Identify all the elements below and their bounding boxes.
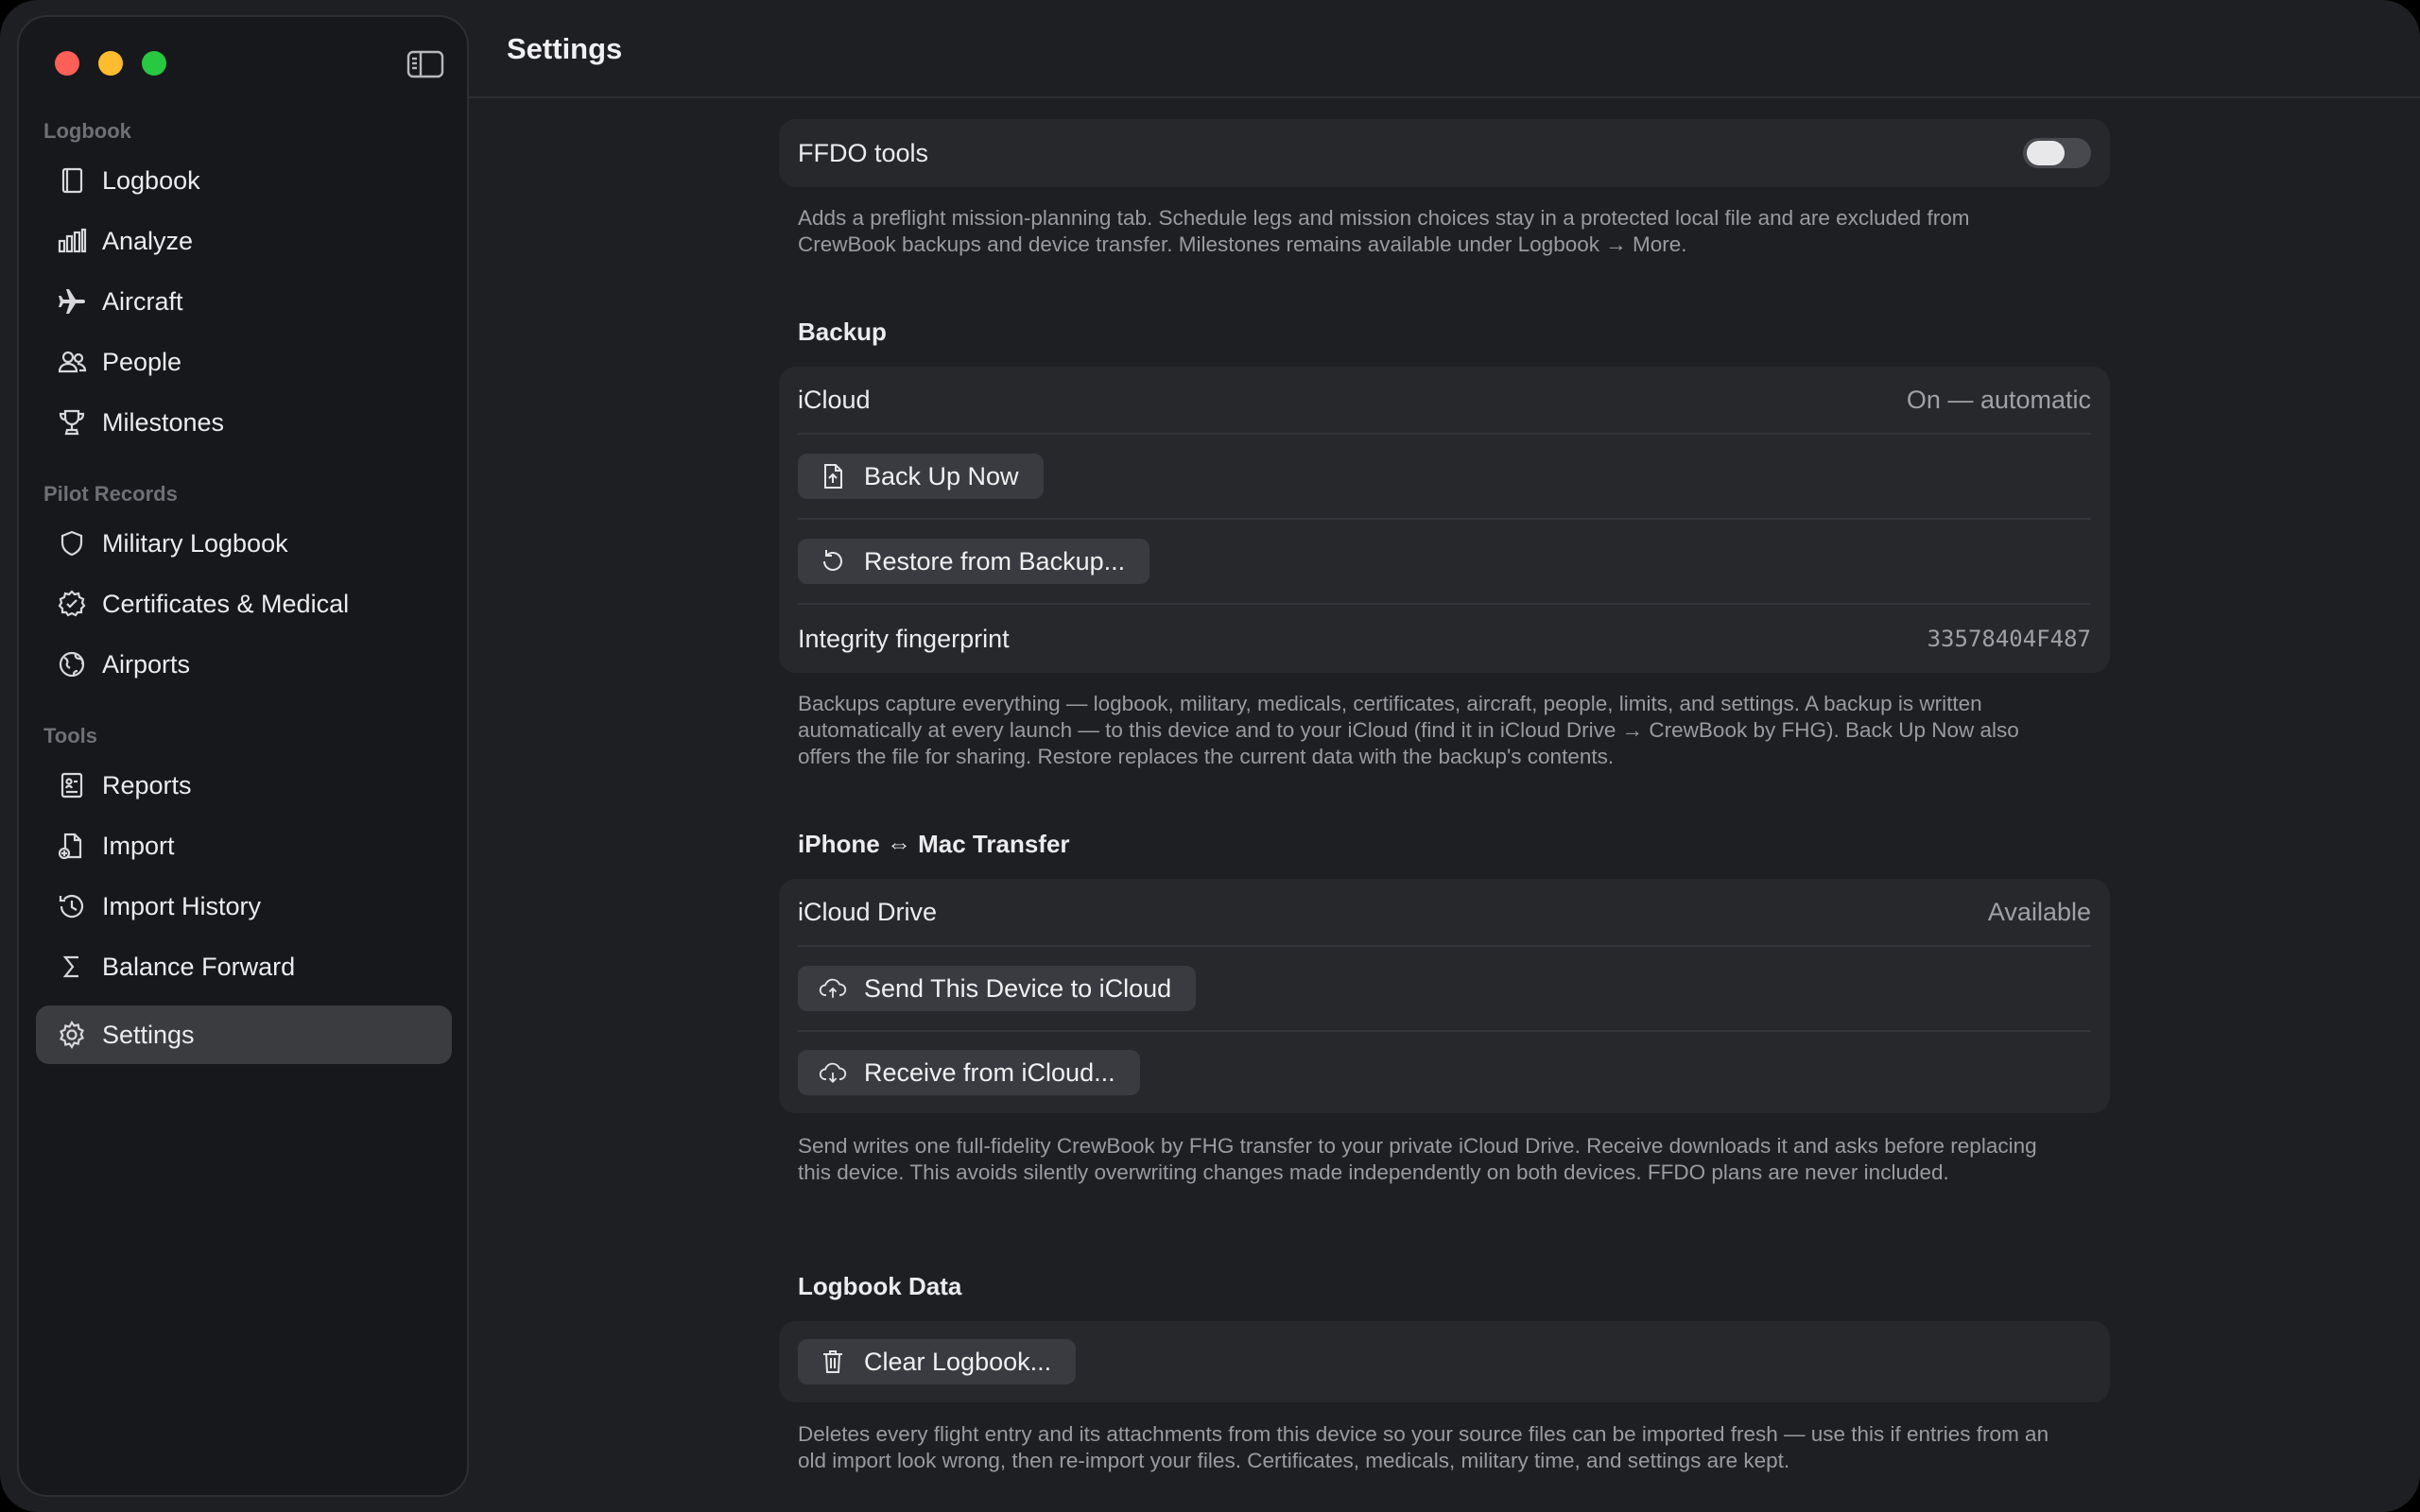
seal-check-icon	[55, 587, 89, 621]
sidebar-item-label: People	[102, 347, 182, 376]
sidebar-item-label: Reports	[102, 770, 192, 799]
sidebar-item-label: Import History	[102, 891, 262, 920]
minimize-window-button[interactable]	[98, 51, 123, 76]
transfer-card: iCloud Drive Available Send This Device …	[779, 879, 2110, 1113]
book-icon	[55, 163, 89, 198]
clear-row: Clear Logbook...	[798, 1321, 2091, 1402]
receive-row: Receive from iCloud...	[798, 1032, 2091, 1113]
sigma-icon	[55, 950, 89, 984]
gear-icon	[55, 1018, 89, 1052]
close-window-button[interactable]	[55, 51, 79, 76]
backup-now-row: Back Up Now	[798, 435, 2091, 518]
send-to-icloud-button[interactable]: Send This Device to iCloud	[798, 966, 1197, 1011]
backup-section-title: Backup	[798, 318, 887, 346]
bar-chart-icon	[55, 224, 89, 258]
report-icon	[55, 768, 89, 802]
cloud-upload-icon	[819, 978, 847, 998]
sidebar-item-label: Analyze	[102, 226, 194, 255]
ffdo-row: FFDO tools	[798, 119, 2091, 187]
sidebar-item-settings[interactable]: Settings	[36, 1005, 452, 1064]
sidebar-section-tools: Tools	[43, 724, 98, 747]
transfer-section-title: iPhone ⇔ Mac Transfer	[798, 830, 1070, 858]
backup-footnote: Backups capture everything — logbook, mi…	[798, 692, 2019, 768]
sidebar-section-logbook: Logbook	[43, 119, 131, 143]
sidebar-item-people[interactable]: People	[36, 333, 452, 391]
receive-from-icloud-button[interactable]: Receive from iCloud...	[798, 1050, 1140, 1095]
cloud-download-icon	[819, 1062, 847, 1083]
app-window: Logbook Logbook Analyze Aircraft People	[0, 0, 2420, 1512]
transfer-footnote: Send writes one full-fidelity CrewBook b…	[798, 1134, 2037, 1184]
shield-icon	[55, 526, 89, 560]
sidebar-toggle-icon[interactable]	[406, 49, 444, 79]
clear-logbook-button[interactable]: Clear Logbook...	[798, 1339, 1077, 1384]
page-title: Settings	[507, 32, 623, 65]
logbook-data-footnote: Deletes every flight entry and its attac…	[798, 1422, 2049, 1472]
sidebar-item-milestones[interactable]: Milestones	[36, 393, 452, 452]
icloud-drive-row: iCloud Drive Available	[798, 879, 2091, 945]
sidebar-item-analyze[interactable]: Analyze	[36, 212, 452, 270]
window-controls	[55, 51, 166, 76]
sidebar-item-label: Import	[102, 831, 175, 860]
logbook-data-card: Clear Logbook...	[779, 1321, 2110, 1402]
sidebar-section-pilot-records: Pilot Records	[43, 482, 178, 506]
ffdo-label: FFDO tools	[798, 138, 929, 167]
clear-logbook-label: Clear Logbook...	[864, 1347, 1052, 1376]
back-up-now-label: Back Up Now	[864, 461, 1019, 490]
receive-label: Receive from iCloud...	[864, 1057, 1115, 1087]
backup-card: iCloud On — automatic Back Up Now Restor…	[779, 367, 2110, 673]
trophy-icon	[55, 405, 89, 439]
sidebar-item-import[interactable]: Import	[36, 816, 452, 875]
sidebar-item-label: Certificates & Medical	[102, 589, 350, 618]
history-icon	[55, 889, 89, 923]
fingerprint-value: 33578404F487	[1927, 626, 2091, 652]
icloud-row: iCloud On — automatic	[798, 367, 2091, 433]
ffdo-card: FFDO tools	[779, 119, 2110, 187]
sidebar-item-label: Aircraft	[102, 286, 183, 316]
sidebar-item-military-logbook[interactable]: Military Logbook	[36, 514, 452, 573]
icloud-drive-status: Available	[1987, 897, 2091, 926]
globe-icon	[55, 647, 89, 681]
sidebar-item-label: Logbook	[102, 165, 200, 195]
restore-arrow-icon	[823, 550, 842, 571]
sidebar-item-label: Settings	[102, 1020, 195, 1049]
sidebar-item-certificates-medical[interactable]: Certificates & Medical	[36, 575, 452, 633]
fingerprint-row: Integrity fingerprint 33578404F487	[798, 605, 2091, 673]
sidebar-item-import-history[interactable]: Import History	[36, 877, 452, 936]
icloud-drive-label: iCloud Drive	[798, 897, 938, 926]
icloud-label: iCloud	[798, 385, 871, 414]
people-icon	[55, 345, 89, 379]
restore-from-backup-button[interactable]: Restore from Backup...	[798, 539, 1150, 584]
sidebar-item-logbook[interactable]: Logbook	[36, 151, 452, 210]
import-doc-icon	[55, 829, 89, 863]
sidebar-item-airports[interactable]: Airports	[36, 635, 452, 694]
logbook-data-section-title: Logbook Data	[798, 1272, 962, 1300]
toggle-knob	[2027, 141, 2065, 165]
toolbar: Settings	[469, 0, 2420, 98]
ffdo-toggle[interactable]	[2023, 138, 2091, 168]
fingerprint-label: Integrity fingerprint	[798, 624, 1010, 653]
send-label: Send This Device to iCloud	[864, 973, 1172, 1003]
back-up-now-button[interactable]: Back Up Now	[798, 454, 1044, 499]
send-row: Send This Device to iCloud	[798, 947, 2091, 1030]
sidebar-item-label: Military Logbook	[102, 528, 288, 558]
sidebar: Logbook Logbook Analyze Aircraft People	[17, 15, 469, 1497]
zoom-window-button[interactable]	[142, 51, 166, 76]
sidebar-item-label: Balance Forward	[102, 952, 296, 981]
sidebar-item-balance-forward[interactable]: Balance Forward	[36, 937, 452, 996]
sidebar-item-reports[interactable]: Reports	[36, 756, 452, 815]
sidebar-item-aircraft[interactable]: Aircraft	[36, 272, 452, 331]
sidebar-item-label: Airports	[102, 649, 191, 679]
restore-label: Restore from Backup...	[864, 546, 1126, 576]
restore-row: Restore from Backup...	[798, 520, 2091, 603]
sidebar-item-label: Milestones	[102, 407, 225, 437]
icloud-status: On — automatic	[1906, 385, 2091, 414]
upload-doc-icon	[824, 464, 842, 489]
ffdo-footnote: Adds a preflight mission-planning tab. S…	[798, 206, 1970, 256]
trash-icon	[823, 1350, 842, 1373]
airplane-icon	[55, 284, 89, 318]
